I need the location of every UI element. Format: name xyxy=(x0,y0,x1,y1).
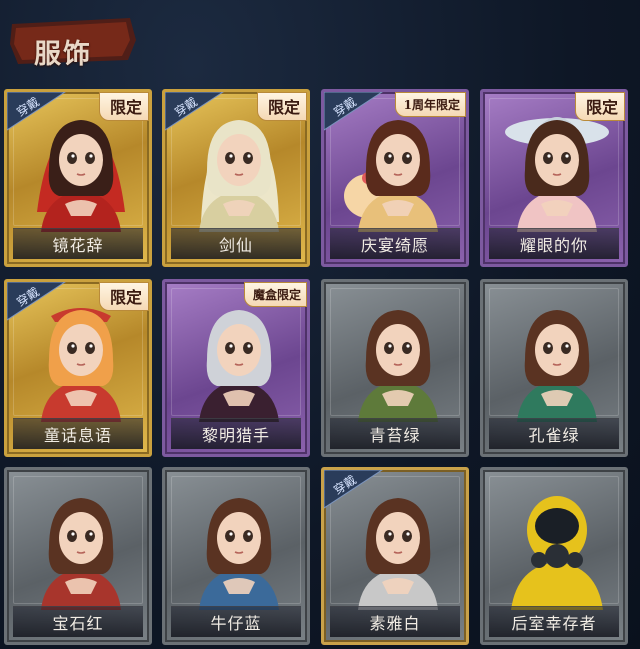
worn-tag: 穿戴 xyxy=(324,470,384,510)
costume-card[interactable]: 青苔绿 xyxy=(321,279,469,457)
costume-card[interactable]: 限定 穿戴镜花辞 xyxy=(4,89,152,267)
costume-card[interactable]: 限定 穿戴童话息语 xyxy=(4,279,152,457)
costume-name: 庆宴绮愿 xyxy=(330,228,460,259)
girl-teal-portrait xyxy=(483,282,625,422)
costume-name: 青苔绿 xyxy=(330,418,460,449)
limited-badge: 限定 xyxy=(98,92,149,121)
costume-name: 黎明猎手 xyxy=(171,418,301,449)
costume-name: 镜花辞 xyxy=(13,228,143,259)
hazmat-suit-portrait xyxy=(483,470,625,610)
costume-card[interactable]: 1周年限定 穿戴庆宴绮愿 xyxy=(321,89,469,267)
worn-tag: 穿戴 xyxy=(7,92,67,132)
costume-name: 素雅白 xyxy=(330,606,460,637)
costume-name: 耀眼的你 xyxy=(489,228,619,259)
limited-badge: 限定 xyxy=(256,92,307,121)
girl-blue-portrait xyxy=(165,470,307,610)
worn-tag: 穿戴 xyxy=(165,92,225,132)
costume-card[interactable]: 宝石红 xyxy=(4,467,152,645)
worn-tag: 穿戴 xyxy=(324,92,384,132)
costume-name: 剑仙 xyxy=(171,228,301,259)
costume-card[interactable]: 穿戴素雅白 xyxy=(321,467,469,645)
costume-card[interactable]: 限定 穿戴剑仙 xyxy=(162,89,310,267)
page-title: 服饰 xyxy=(34,39,92,70)
costume-name: 宝石红 xyxy=(13,606,143,637)
costume-card[interactable]: 后室幸存者 xyxy=(480,467,628,645)
costume-name: 后室幸存者 xyxy=(489,606,619,637)
limited-badge: 1周年限定 xyxy=(394,92,466,117)
costume-name: 童话息语 xyxy=(13,418,143,449)
costume-name: 牛仔蓝 xyxy=(171,606,301,637)
girl-red-portrait xyxy=(7,470,149,610)
costume-name: 孔雀绿 xyxy=(489,418,619,449)
costume-card[interactable]: 牛仔蓝 xyxy=(162,467,310,645)
limited-badge: 魔盒限定 xyxy=(243,282,307,307)
girl-green-portrait xyxy=(324,282,466,422)
limited-badge: 限定 xyxy=(574,92,625,121)
costume-card[interactable]: 魔盒限定黎明猎手 xyxy=(162,279,310,457)
costume-card[interactable]: 限定耀眼的你 xyxy=(480,89,628,267)
limited-badge: 限定 xyxy=(98,282,149,311)
costume-card[interactable]: 孔雀绿 xyxy=(480,279,628,457)
worn-tag: 穿戴 xyxy=(7,282,67,322)
section-title-banner: 服饰 xyxy=(10,14,138,70)
